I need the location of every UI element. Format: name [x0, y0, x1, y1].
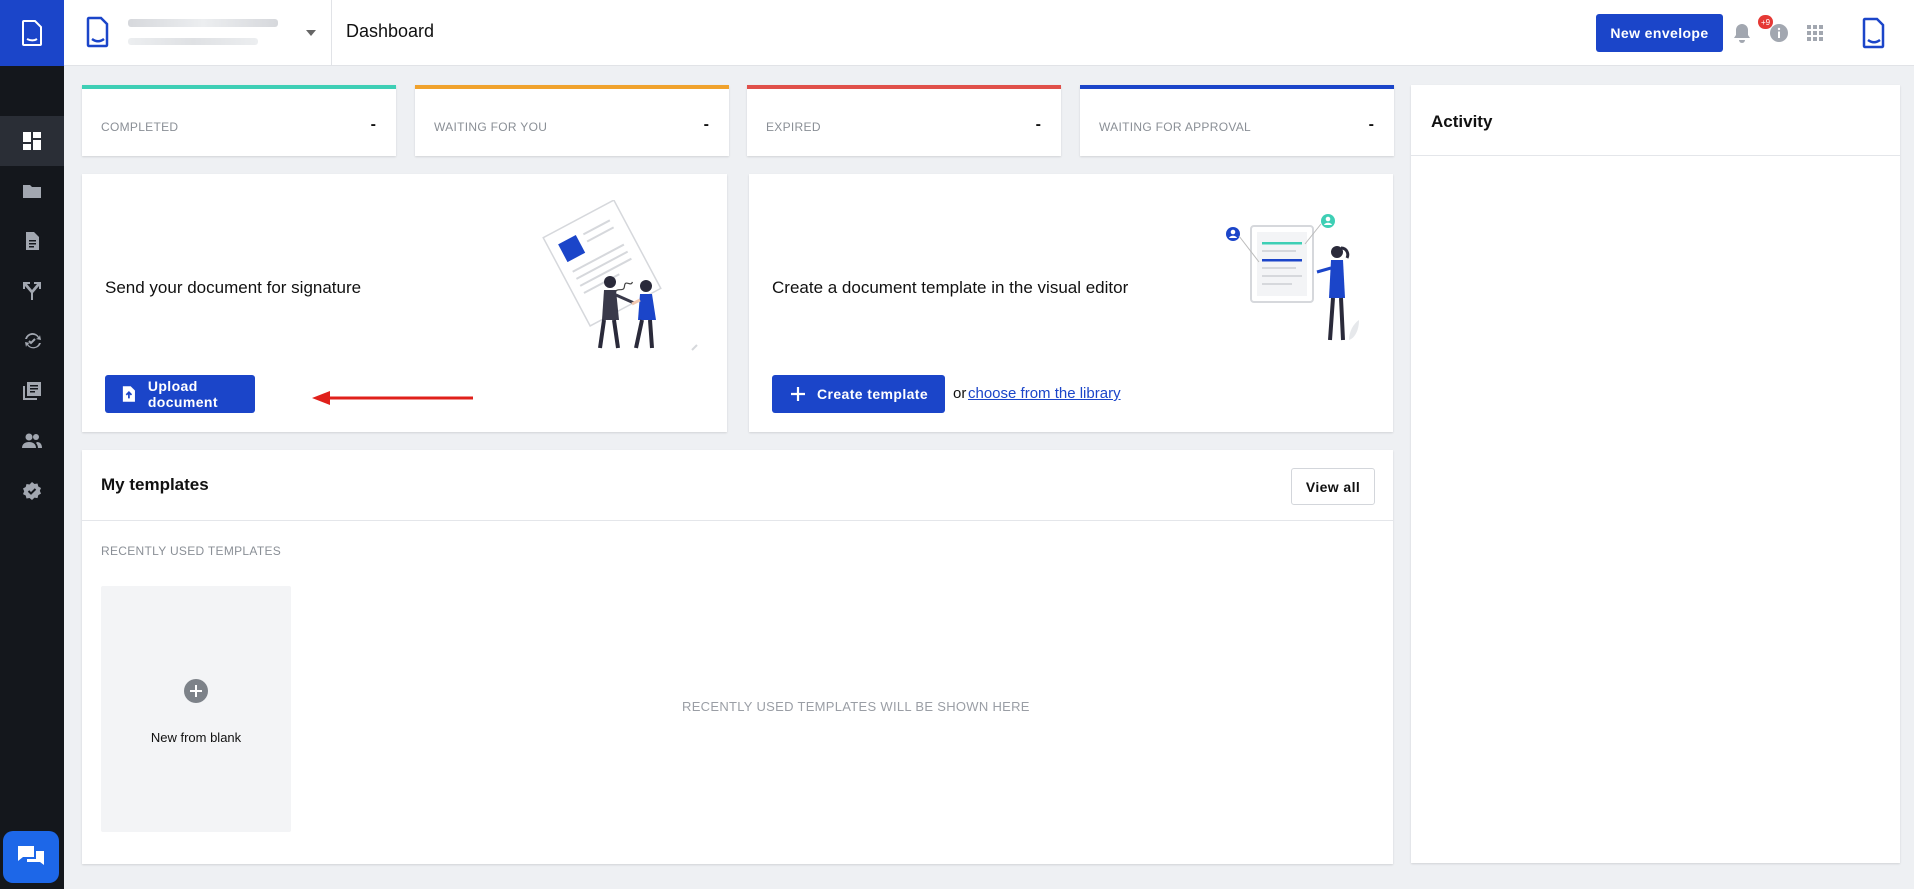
sidebar-item-documents[interactable]: [0, 216, 64, 266]
template-editor-illustration: [1226, 214, 1359, 341]
template-card-title: Create a document template in the visual…: [772, 278, 1129, 297]
sidebar-item-library[interactable]: [0, 366, 64, 416]
folder-icon: [23, 185, 41, 198]
stat-value: -: [370, 116, 376, 133]
plus-circle-icon: [184, 679, 208, 703]
create-template-button[interactable]: Create template: [772, 375, 945, 413]
annotation-arrow-icon: [312, 391, 473, 405]
sidebar: [0, 0, 64, 889]
chat-button[interactable]: [3, 831, 59, 883]
activity-title: Activity: [1431, 112, 1493, 131]
product-switch-button[interactable]: [1860, 16, 1888, 50]
upload-file-icon: [122, 386, 135, 402]
stat-card-expired[interactable]: EXPIRED -: [747, 85, 1061, 156]
or-text: or: [953, 385, 967, 402]
stat-card-waiting-for-you[interactable]: WAITING FOR YOU -: [415, 85, 729, 156]
send-card-title: Send your document for signature: [105, 278, 362, 297]
account-name-blurred: [128, 19, 278, 27]
templates-title: My templates: [101, 475, 209, 494]
document-logo-icon: [22, 20, 42, 46]
notifications-button[interactable]: [1730, 21, 1754, 45]
document-icon: [26, 232, 39, 250]
empty-templates-message: RECENTLY USED TEMPLATES WILL BE SHOWN HE…: [682, 699, 1030, 714]
stat-value: -: [1368, 116, 1374, 133]
sidebar-item-settings[interactable]: [0, 466, 64, 516]
templates-header: My templates View all: [82, 450, 1393, 521]
new-from-blank-tile[interactable]: New from blank: [101, 586, 291, 832]
upload-document-label: Upload document: [147, 378, 218, 410]
caret-down-icon[interactable]: [306, 30, 316, 36]
chat-icon: [18, 846, 44, 865]
library-icon: [23, 382, 41, 400]
page-title: Dashboard: [346, 21, 435, 41]
upload-document-button[interactable]: Upload document: [105, 375, 255, 413]
signing-illustration: [542, 200, 698, 351]
activity-header: Activity: [1411, 85, 1900, 156]
stat-label: COMPLETED: [101, 120, 179, 134]
sidebar-item-sync[interactable]: [0, 316, 64, 366]
people-icon: [22, 433, 42, 448]
account-switcher[interactable]: [64, 0, 332, 66]
stat-label: WAITING FOR YOU: [434, 120, 548, 134]
account-email-blurred: [128, 38, 258, 45]
sidebar-item-contacts[interactable]: [0, 416, 64, 466]
badge-check-icon: [23, 482, 41, 500]
apps-button[interactable]: [1803, 21, 1827, 45]
sidebar-item-folders[interactable]: [0, 166, 64, 216]
plus-icon: [791, 387, 805, 401]
fork-icon: [23, 282, 41, 300]
view-all-button[interactable]: View all: [1291, 468, 1375, 505]
sync-icon: [25, 332, 41, 349]
create-template-card: Create a document template in the visual…: [749, 174, 1393, 432]
info-icon: [1770, 24, 1788, 42]
my-templates-panel: My templates View all RECENTLY USED TEMP…: [82, 450, 1393, 864]
stat-label: WAITING FOR APPROVAL: [1099, 120, 1252, 134]
stat-card-completed[interactable]: COMPLETED -: [82, 85, 396, 156]
activity-panel: Activity: [1411, 85, 1900, 863]
stat-card-waiting-for-approval[interactable]: WAITING FOR APPROVAL -: [1080, 85, 1394, 156]
top-bar: Dashboard New envelope +9: [64, 0, 1914, 66]
stat-label: EXPIRED: [766, 120, 821, 134]
info-button[interactable]: [1767, 21, 1791, 45]
bell-icon: [1734, 24, 1750, 43]
sidebar-item-workflows[interactable]: [0, 266, 64, 316]
create-template-label: Create template: [817, 386, 929, 402]
app-logo[interactable]: [0, 0, 64, 66]
dashboard-icon: [23, 132, 41, 150]
document-logo-icon: [86, 16, 109, 48]
stat-value: -: [1035, 116, 1041, 133]
document-logo-icon: [1862, 17, 1885, 49]
choose-from-library-link[interactable]: choose from the library: [968, 385, 1121, 402]
new-from-blank-label: New from blank: [150, 730, 242, 745]
recently-used-label: RECENTLY USED TEMPLATES: [101, 544, 282, 558]
sidebar-item-dashboard[interactable]: [0, 116, 64, 166]
new-envelope-button[interactable]: New envelope: [1596, 14, 1723, 52]
stat-value: -: [703, 116, 709, 133]
apps-grid-icon: [1807, 25, 1823, 41]
